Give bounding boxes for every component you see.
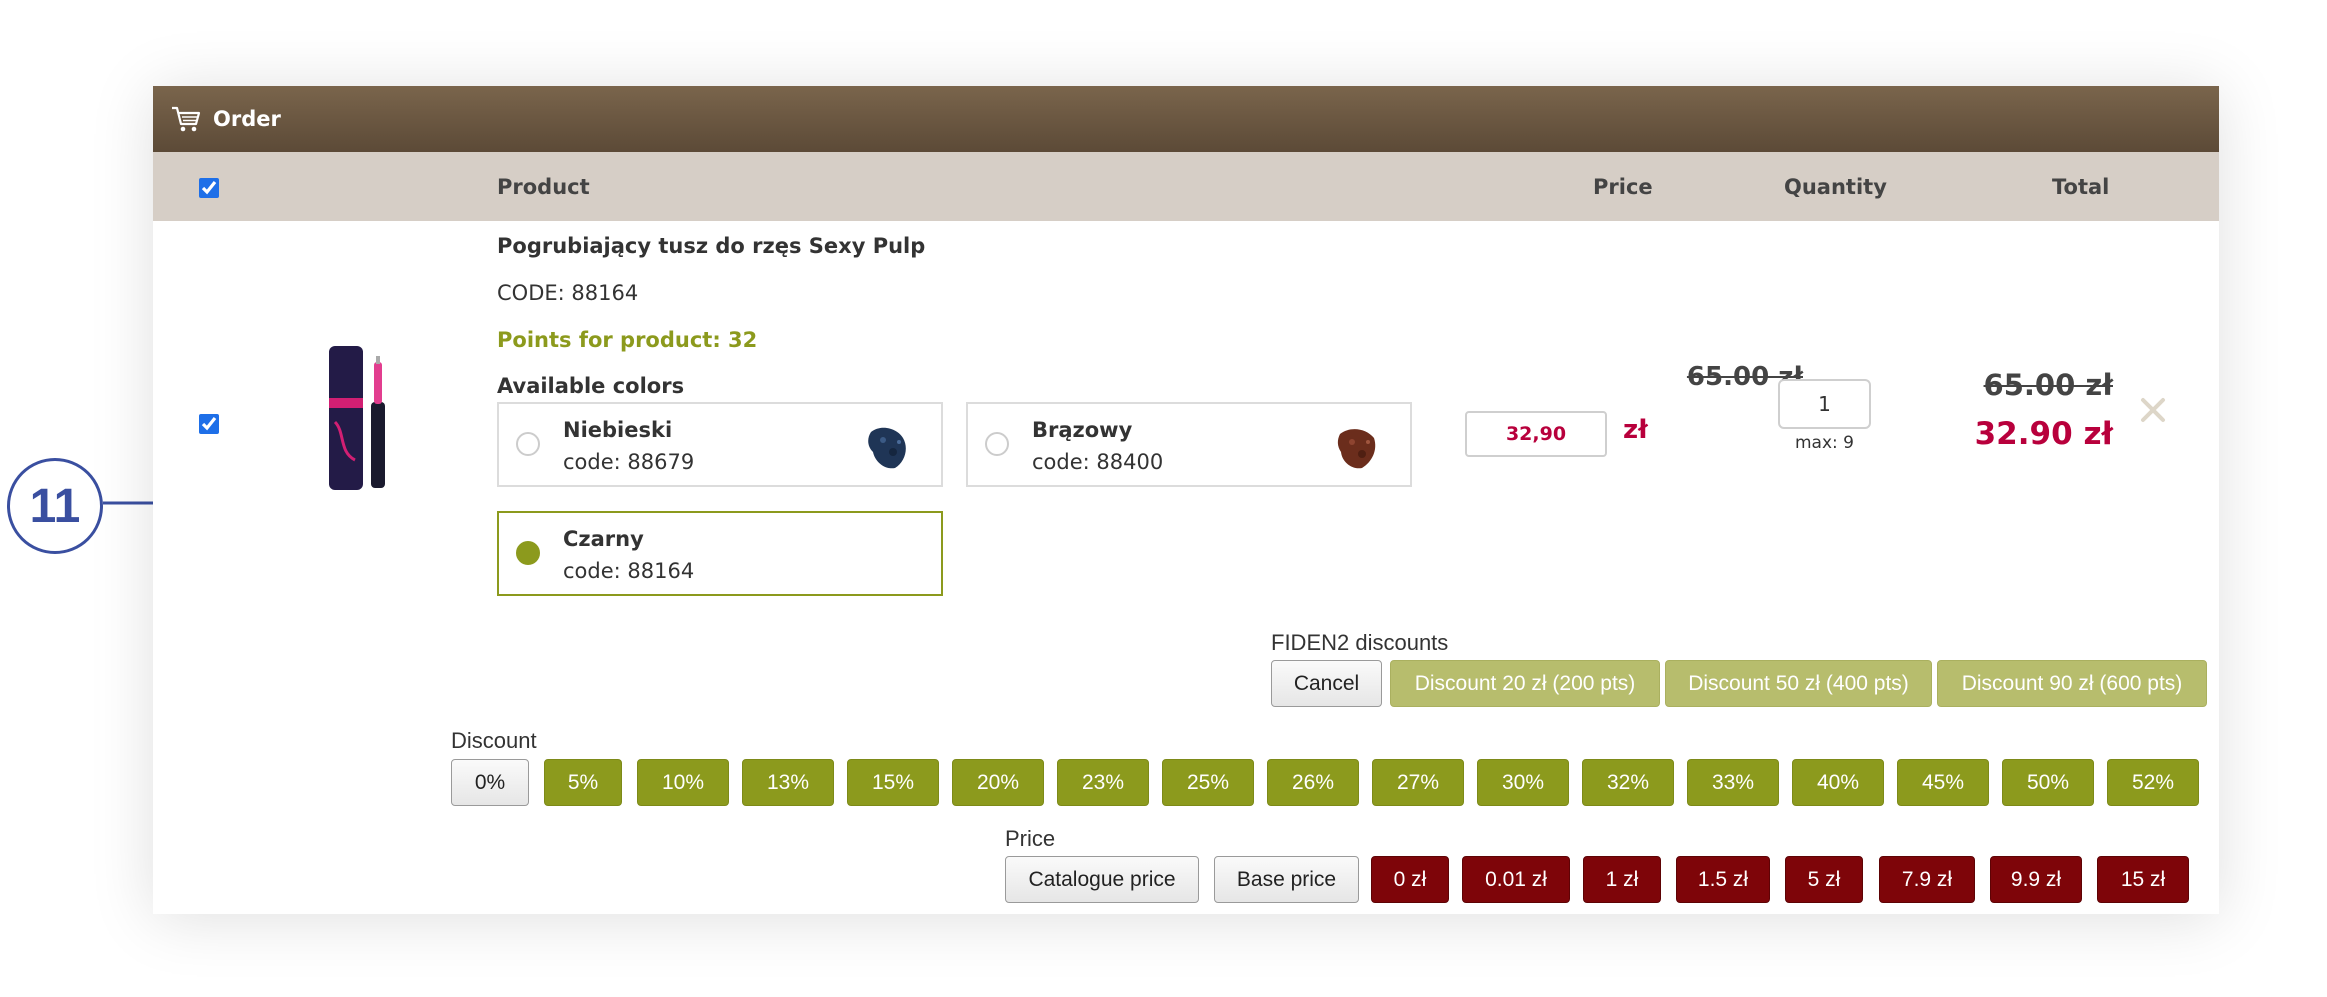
discount-15-button[interactable]: 15%	[847, 759, 939, 806]
discount-52-button[interactable]: 52%	[2107, 759, 2199, 806]
available-colors-label: Available colors	[497, 374, 685, 398]
discount-45-button[interactable]: 45%	[1897, 759, 1989, 806]
discount-50-button[interactable]: 50%	[2002, 759, 2094, 806]
color-radio-selected[interactable]	[516, 541, 540, 565]
fiden-cancel-button[interactable]: Cancel	[1271, 660, 1382, 707]
color-code: code: 88400	[1032, 450, 1164, 474]
discount-30-button[interactable]: 30%	[1477, 759, 1569, 806]
fiden-discount-20-button[interactable]: Discount 20 zł (200 pts)	[1390, 660, 1660, 707]
discount-13-button[interactable]: 13%	[742, 759, 834, 806]
table-header: Product Price Quantity Total	[153, 152, 2219, 221]
price-9.9-button[interactable]: 9.9 zł	[1990, 856, 2082, 903]
color-swatch-icon	[1332, 422, 1382, 472]
unit-price-input[interactable]	[1465, 411, 1607, 457]
price-0-button[interactable]: 0 zł	[1371, 856, 1449, 903]
catalogue-price-button[interactable]: Catalogue price	[1005, 856, 1199, 903]
fiden-discount-50-button[interactable]: Discount 50 zł (400 pts)	[1665, 660, 1932, 707]
discount-5-button[interactable]: 5%	[544, 759, 622, 806]
fiden-discount-90-button[interactable]: Discount 90 zł (600 pts)	[1937, 660, 2207, 707]
price-15-button[interactable]: 15 zł	[2097, 856, 2189, 903]
column-product: Product	[497, 175, 590, 199]
column-total: Total	[2052, 175, 2110, 199]
discount-27-button[interactable]: 27%	[1372, 759, 1464, 806]
color-name: Niebieski	[563, 418, 673, 442]
discount-label: Discount	[451, 728, 537, 753]
order-title: Order	[213, 107, 281, 131]
order-panel: Order Product Price Quantity Total Pogru…	[153, 86, 2219, 914]
color-option-niebieski[interactable]: Niebieski code: 88679	[497, 402, 943, 487]
shopping-cart-icon	[171, 103, 203, 135]
price-old: 65.00 zł	[1686, 362, 1803, 392]
close-icon[interactable]	[2139, 396, 2169, 426]
fiden-discounts-label: FIDEN2 discounts	[1271, 630, 1449, 655]
total-new: 32.90 zł	[1974, 416, 2113, 452]
color-name: Czarny	[563, 527, 644, 551]
color-radio[interactable]	[985, 432, 1009, 456]
discount-25-button[interactable]: 25%	[1162, 759, 1254, 806]
color-code: code: 88164	[563, 559, 695, 583]
product-points: Points for product: 32	[497, 328, 758, 352]
product-row-checkbox[interactable]	[199, 414, 219, 434]
discount-10-button[interactable]: 10%	[637, 759, 729, 806]
color-name: Brązowy	[1032, 418, 1133, 442]
order-title-bar: Order	[153, 86, 2219, 152]
price-currency: zł	[1623, 415, 1648, 445]
discount-23-button[interactable]: 23%	[1057, 759, 1149, 806]
product-image[interactable]	[325, 342, 393, 494]
price-1-button[interactable]: 1 zł	[1583, 856, 1661, 903]
column-quantity: Quantity	[1784, 175, 1887, 199]
discount-0-button[interactable]: 0%	[451, 759, 529, 806]
price-1.5-button[interactable]: 1.5 zł	[1676, 856, 1770, 903]
color-radio[interactable]	[516, 432, 540, 456]
color-option-czarny[interactable]: Czarny code: 88164	[497, 511, 943, 596]
quantity-max: max: 9	[1795, 433, 1854, 453]
product-name: Pogrubiający tusz do rzęs Sexy Pulp	[497, 234, 926, 258]
discount-26-button[interactable]: 26%	[1267, 759, 1359, 806]
quantity-input[interactable]	[1778, 379, 1871, 429]
total-old: 65.00 zł	[1983, 368, 2113, 402]
select-all-checkbox[interactable]	[199, 178, 219, 198]
price-7.9-button[interactable]: 7.9 zł	[1879, 856, 1975, 903]
color-code: code: 88679	[563, 450, 695, 474]
color-option-brazowy[interactable]: Brązowy code: 88400	[966, 402, 1412, 487]
discount-32-button[interactable]: 32%	[1582, 759, 1674, 806]
price-5-button[interactable]: 5 zł	[1785, 856, 1863, 903]
price-0.01-button[interactable]: 0.01 zł	[1462, 856, 1570, 903]
column-price: Price	[1593, 175, 1653, 199]
discount-20-button[interactable]: 20%	[952, 759, 1044, 806]
discount-33-button[interactable]: 33%	[1687, 759, 1779, 806]
price-presets-label: Price	[1005, 826, 1056, 851]
color-swatch-icon	[863, 422, 913, 472]
product-code: CODE: 88164	[497, 281, 639, 305]
discount-40-button[interactable]: 40%	[1792, 759, 1884, 806]
base-price-button[interactable]: Base price	[1214, 856, 1359, 903]
